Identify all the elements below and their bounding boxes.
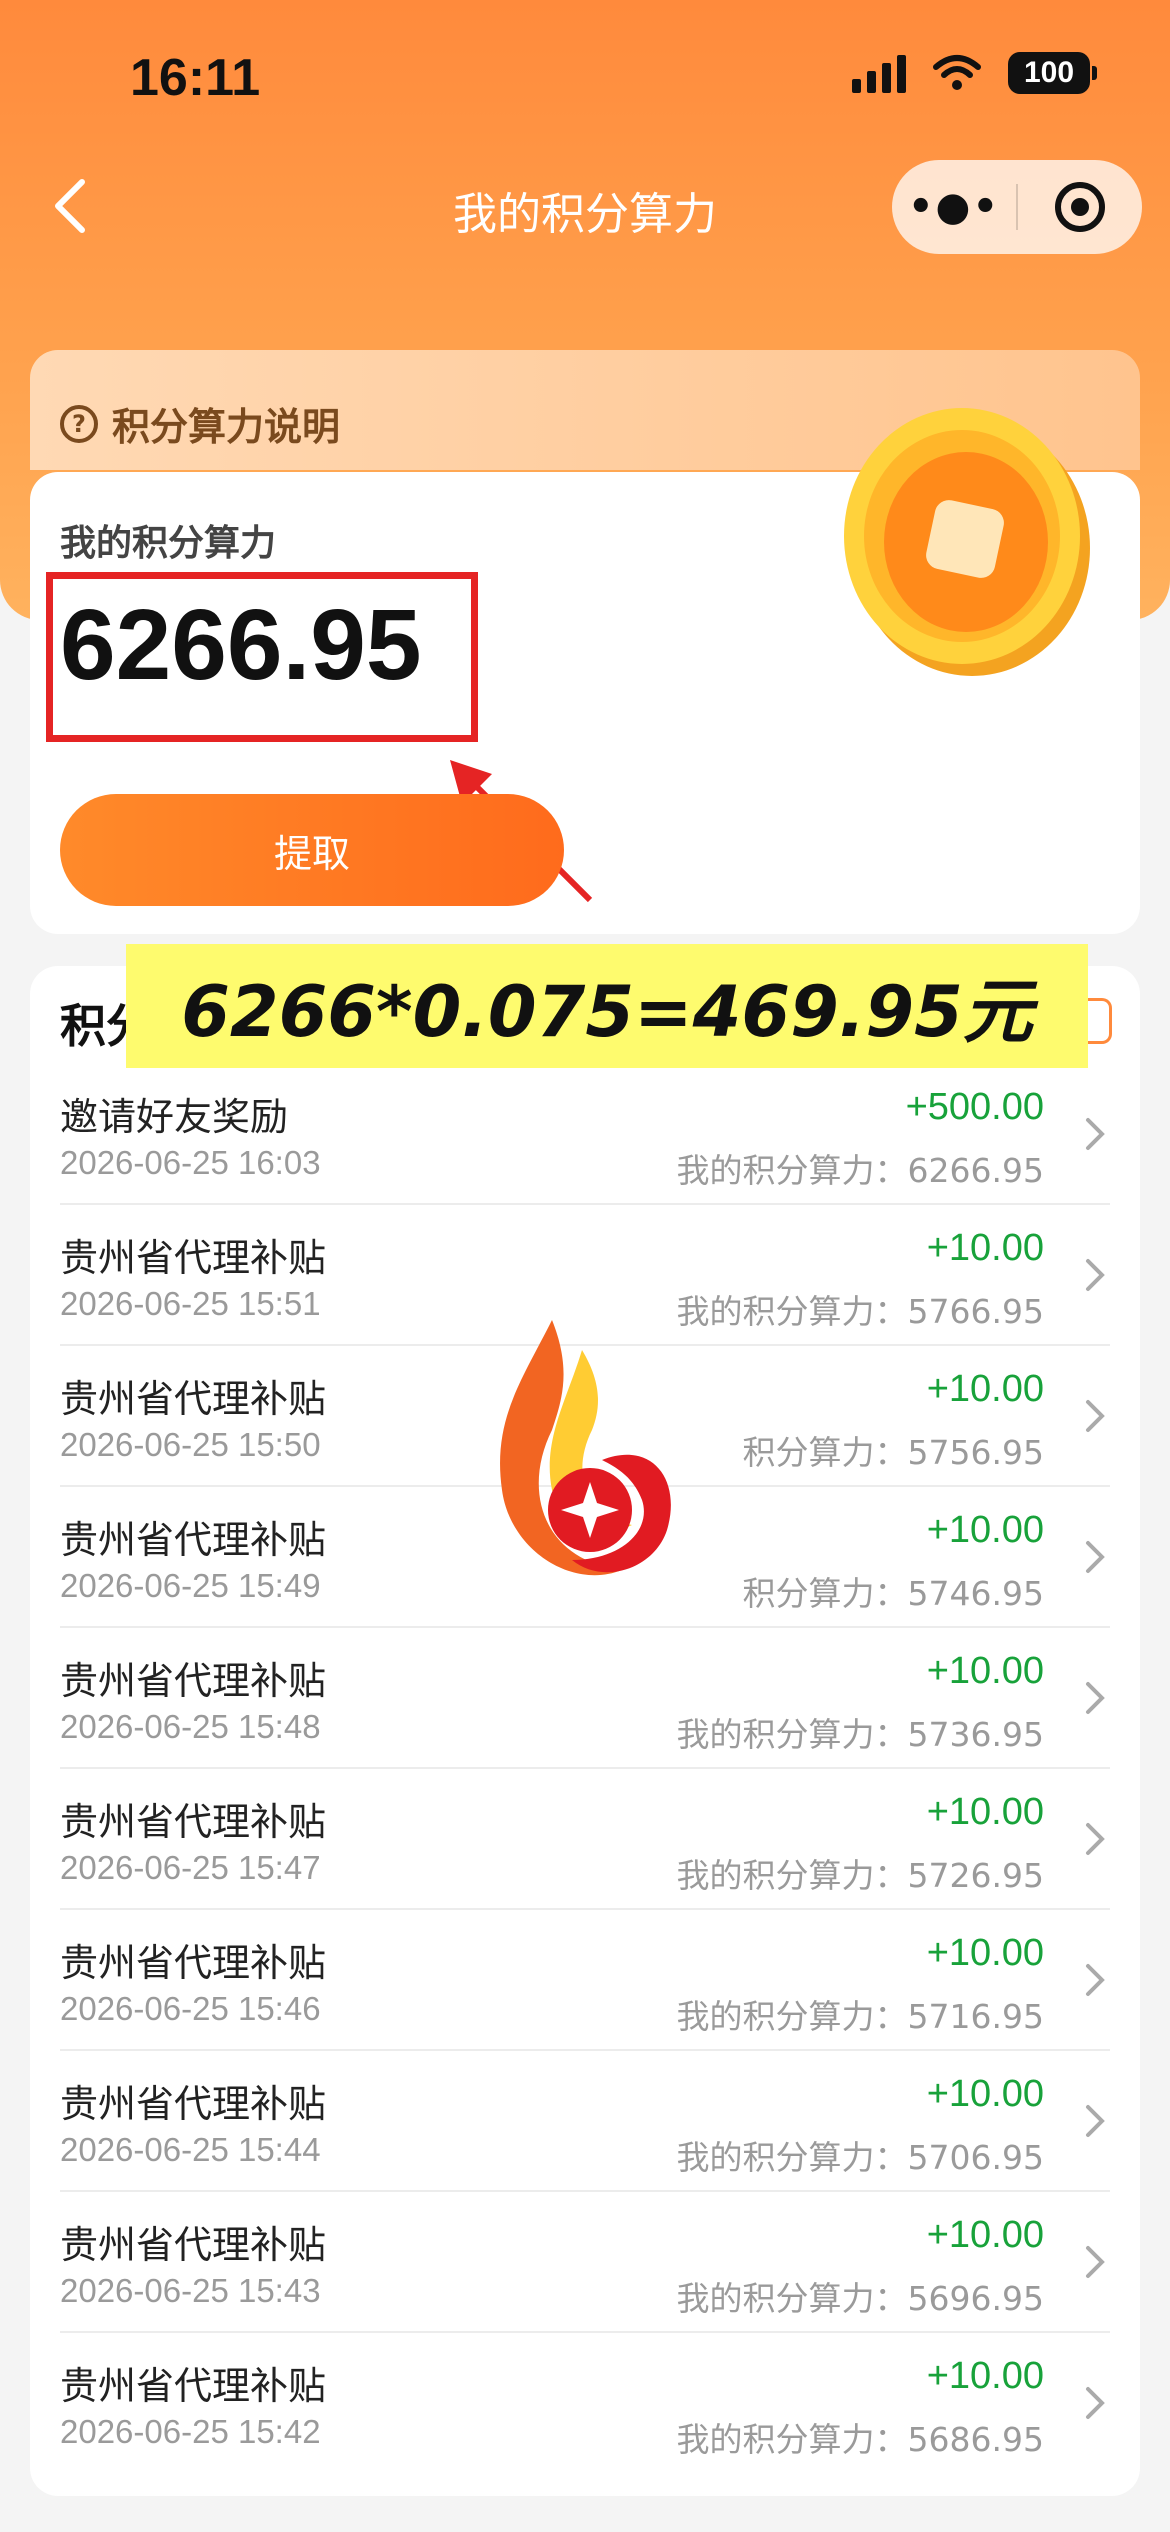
- record-amount: +10.00: [926, 1932, 1044, 1974]
- list-item[interactable]: 贵州省代理补贴 2026-06-25 15:46 +10.00 我的积分算力：5…: [60, 1910, 1110, 2051]
- record-title: 贵州省代理补贴: [60, 2082, 327, 2126]
- record-time: 2026-06-25 15:42: [60, 2413, 321, 2450]
- list-item[interactable]: 贵州省代理补贴 2026-06-25 15:42 +10.00 我的积分算力：5…: [60, 2333, 1110, 2474]
- chevron-right-icon: [1086, 1964, 1105, 1996]
- record-amount: +10.00: [926, 2073, 1044, 2115]
- chevron-right-icon: [1086, 2387, 1105, 2419]
- record-balance: 积分算力：5756.95: [742, 1433, 1044, 1472]
- record-time: 2026-06-25 15:43: [60, 2272, 321, 2309]
- record-amount: +500.00: [905, 1086, 1044, 1128]
- record-title: 贵州省代理补贴: [60, 1377, 327, 1421]
- record-title: 邀请好友奖励: [60, 1095, 289, 1139]
- record-balance: 我的积分算力：5716.95: [676, 1997, 1044, 2036]
- record-time: 2026-06-25 15:49: [60, 1567, 321, 1604]
- list-item[interactable]: 贵州省代理补贴 2026-06-25 15:47 +10.00 我的积分算力：5…: [60, 1769, 1110, 1910]
- chevron-right-icon: [1086, 2105, 1105, 2137]
- points-explanation-link[interactable]: ? 积分算力说明: [60, 396, 340, 451]
- chevron-right-icon: [1086, 1682, 1105, 1714]
- list-item[interactable]: 邀请好友奖励 2026-06-25 16:03 +500.00 我的积分算力：6…: [60, 1064, 1110, 1205]
- question-circle-icon: ?: [60, 404, 98, 443]
- record-balance: 我的积分算力：5706.95: [676, 2138, 1044, 2177]
- record-time: 2026-06-25 16:03: [60, 1144, 321, 1181]
- flame-logo-icon: [500, 1320, 671, 1576]
- list-item[interactable]: 贵州省代理补贴 2026-06-25 15:44 +10.00 我的积分算力：5…: [60, 2051, 1110, 2192]
- record-amount: +10.00: [926, 1368, 1044, 1410]
- hint-label: 积分算力说明: [112, 405, 341, 449]
- record-amount: +10.00: [926, 2355, 1044, 2397]
- record-balance: 我的积分算力：5766.95: [676, 1292, 1044, 1331]
- record-time: 2026-06-25 15:51: [60, 1285, 321, 1322]
- chevron-right-icon: [1086, 2246, 1105, 2278]
- record-balance: 我的积分算力：5686.95: [676, 2420, 1044, 2459]
- annotation-banner: 6266*0.075=469.95元: [126, 944, 1088, 1068]
- record-balance: 我的积分算力：6266.95: [676, 1151, 1044, 1190]
- chevron-right-icon: [1086, 1541, 1105, 1573]
- record-balance: 我的积分算力：5736.95: [676, 1715, 1044, 1754]
- record-amount: +10.00: [926, 1650, 1044, 1692]
- records-list: 邀请好友奖励 2026-06-25 16:03 +500.00 我的积分算力：6…: [60, 1064, 1110, 2474]
- record-title: 贵州省代理补贴: [60, 2364, 327, 2408]
- status-indicators: 100: [852, 52, 1097, 94]
- record-amount: +10.00: [926, 1227, 1044, 1269]
- wifi-icon: [933, 55, 981, 90]
- battery-icon: 100: [1008, 52, 1097, 94]
- close-target-button[interactable]: [1018, 182, 1142, 232]
- record-time: 2026-06-25 15:46: [60, 1990, 321, 2027]
- record-title: 贵州省代理补贴: [60, 1941, 327, 1985]
- record-time: 2026-06-25 15:50: [60, 1426, 321, 1463]
- record-title: 贵州省代理补贴: [60, 1236, 327, 1280]
- record-amount: +10.00: [926, 1791, 1044, 1833]
- list-item[interactable]: 贵州省代理补贴 2026-06-25 15:43 +10.00 我的积分算力：5…: [60, 2192, 1110, 2333]
- record-balance: 积分算力：5746.95: [742, 1574, 1044, 1613]
- record-time: 2026-06-25 15:47: [60, 1849, 321, 1886]
- record-balance: 我的积分算力：5726.95: [676, 1856, 1044, 1895]
- record-title: 贵州省代理补贴: [60, 1659, 327, 1703]
- chevron-right-icon: [1086, 1118, 1105, 1150]
- status-time: 16:11: [130, 49, 261, 107]
- balance-label: 我的积分算力: [60, 523, 277, 564]
- coin-icon: [844, 408, 1090, 676]
- record-time: 2026-06-25 15:48: [60, 1708, 321, 1745]
- record-title: 贵州省代理补贴: [60, 2223, 327, 2267]
- mini-program-capsule: •●•: [892, 160, 1142, 254]
- chevron-right-icon: [1086, 1400, 1105, 1432]
- record-balance: 我的积分算力：5696.95: [676, 2279, 1044, 2318]
- list-item[interactable]: 贵州省代理补贴 2026-06-25 15:48 +10.00 我的积分算力：5…: [60, 1628, 1110, 1769]
- chevron-right-icon: [1086, 1823, 1105, 1855]
- record-amount: +10.00: [926, 2214, 1044, 2256]
- record-time: 2026-06-25 15:44: [60, 2131, 321, 2168]
- record-title: 贵州省代理补贴: [60, 1800, 327, 1844]
- record-title: 贵州省代理补贴: [60, 1518, 327, 1562]
- more-dots-icon[interactable]: •●•: [892, 184, 1016, 230]
- chevron-right-icon: [1086, 1259, 1105, 1291]
- record-amount: +10.00: [926, 1509, 1044, 1551]
- withdraw-button[interactable]: 提取: [60, 794, 564, 906]
- cellular-signal-icon: [852, 53, 906, 93]
- annotation-highlight-box: [46, 572, 478, 742]
- target-icon: [1055, 182, 1105, 232]
